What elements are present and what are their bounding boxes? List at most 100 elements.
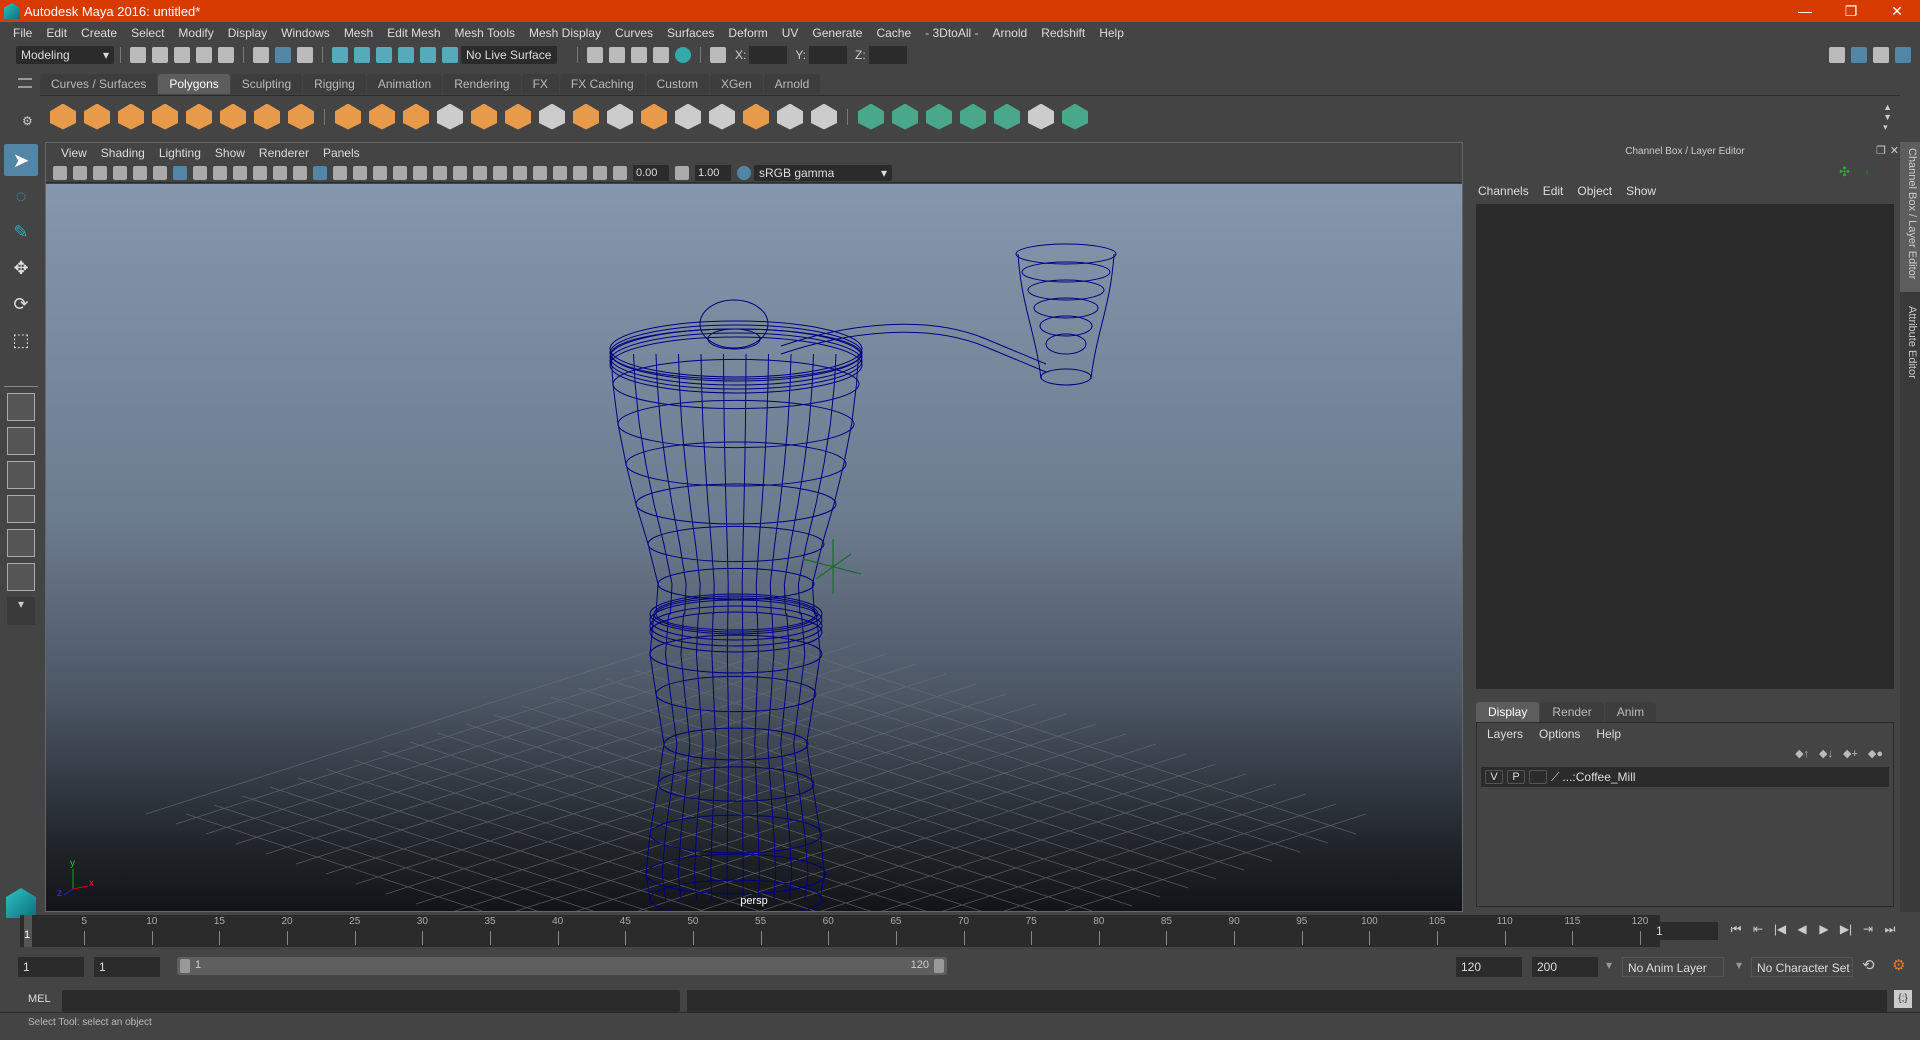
poly-pyramid-icon[interactable] bbox=[254, 103, 280, 130]
bridge-icon[interactable] bbox=[607, 103, 633, 130]
undo-icon[interactable] bbox=[196, 47, 212, 63]
menu-edit-mesh[interactable]: Edit Mesh bbox=[380, 26, 447, 40]
perspective-viewport[interactable]: View Shading Lighting Show Renderer Pane… bbox=[45, 142, 1463, 912]
x-input[interactable] bbox=[749, 46, 788, 64]
range-start-handle[interactable] bbox=[180, 959, 190, 973]
anim-end-input[interactable]: 200 bbox=[1532, 957, 1598, 977]
viewport-menu-renderer[interactable]: Renderer bbox=[252, 146, 316, 160]
grease-pencil-icon[interactable] bbox=[153, 165, 167, 180]
layer-name[interactable]: ...:Coffee_Mill bbox=[1562, 770, 1635, 784]
resolution-gate-icon[interactable] bbox=[213, 165, 227, 180]
speed-icon[interactable]: ⟋ bbox=[1881, 164, 1890, 180]
tab-display[interactable]: Display bbox=[1476, 702, 1540, 722]
viewport-menu-panels[interactable]: Panels bbox=[316, 146, 367, 160]
go-to-end-button[interactable]: ⏭ bbox=[1879, 922, 1901, 937]
use-all-lights-icon[interactable] bbox=[413, 165, 427, 180]
textured-icon[interactable] bbox=[393, 165, 407, 180]
poly-sphere-icon[interactable] bbox=[50, 103, 76, 130]
multi-cut-icon[interactable] bbox=[539, 103, 565, 130]
step-forward-frame-button[interactable]: ▶| bbox=[1835, 922, 1857, 937]
move-layer-up-icon[interactable]: ◆↑ bbox=[1795, 747, 1809, 760]
unfold-uv-icon[interactable] bbox=[994, 103, 1020, 130]
anti-aliasing-icon[interactable] bbox=[493, 165, 507, 180]
tab-fx-caching[interactable]: FX Caching bbox=[559, 74, 645, 94]
playback-end-input[interactable]: 120 bbox=[1456, 957, 1522, 977]
wireframe-on-shaded-icon[interactable] bbox=[373, 165, 387, 180]
poly-pipe-icon[interactable] bbox=[288, 103, 314, 130]
default-material-icon[interactable] bbox=[353, 165, 367, 180]
menu-3dtoall[interactable]: - 3DtoAll - bbox=[918, 26, 985, 40]
viewport-scene[interactable]: y x z persp bbox=[46, 184, 1462, 911]
camera-attributes-icon[interactable] bbox=[73, 165, 87, 180]
select-hierarchy-icon[interactable] bbox=[253, 47, 269, 63]
bookmark-icon[interactable] bbox=[93, 165, 107, 180]
transform-input-icon[interactable] bbox=[710, 47, 726, 63]
redo-icon[interactable] bbox=[218, 47, 234, 63]
restore-button[interactable]: ❐ bbox=[1828, 0, 1874, 22]
layer-menu-help[interactable]: Help bbox=[1596, 727, 1621, 741]
render-view-icon[interactable] bbox=[587, 47, 603, 63]
smooth-shade-icon[interactable] bbox=[333, 165, 347, 180]
side-tab-channel-box[interactable]: Channel Box / Layer Editor bbox=[1900, 142, 1920, 292]
menu-mesh[interactable]: Mesh bbox=[337, 26, 380, 40]
persp-graph-layout-icon[interactable] bbox=[7, 495, 35, 523]
exposure-input[interactable]: 0.00 bbox=[633, 164, 669, 181]
poly-torus-icon[interactable] bbox=[220, 103, 246, 130]
tab-curves-surfaces[interactable]: Curves / Surfaces bbox=[40, 74, 158, 94]
edge-loop-icon[interactable] bbox=[675, 103, 701, 130]
make-live-icon[interactable] bbox=[442, 47, 458, 63]
auto-key-icon[interactable]: ⟲ bbox=[1862, 956, 1875, 974]
render-current-frame-icon[interactable] bbox=[609, 47, 625, 63]
combine-icon[interactable] bbox=[335, 103, 361, 130]
step-back-frame-button[interactable]: |◀ bbox=[1769, 922, 1791, 937]
smooth-icon[interactable] bbox=[437, 103, 463, 130]
tab-polygons[interactable]: Polygons bbox=[158, 74, 230, 94]
character-set-dropdown[interactable]: No Character Set bbox=[1751, 957, 1853, 977]
isolate-select-icon[interactable] bbox=[533, 165, 547, 180]
z-input[interactable] bbox=[868, 46, 907, 64]
menu-mesh-tools[interactable]: Mesh Tools bbox=[448, 26, 522, 40]
new-layer-selected-icon[interactable]: ◆● bbox=[1868, 747, 1883, 760]
anim-start-input[interactable]: 1 bbox=[18, 957, 84, 977]
shadows-icon[interactable] bbox=[433, 165, 447, 180]
select-tool-button[interactable]: ➤ bbox=[4, 144, 38, 176]
menu-arnold[interactable]: Arnold bbox=[986, 26, 1035, 40]
motion-blur-icon[interactable] bbox=[473, 165, 487, 180]
snap-projected-center-icon[interactable] bbox=[398, 47, 414, 63]
viewport-menu-shading[interactable]: Shading bbox=[94, 146, 152, 160]
move-tool-button[interactable]: ✥ bbox=[4, 252, 38, 284]
lasso-tool-button[interactable]: ◌ bbox=[4, 180, 38, 212]
grid-toggle-icon[interactable] bbox=[173, 165, 187, 180]
layer-playback-toggle[interactable]: P bbox=[1507, 770, 1525, 784]
remesh-icon[interactable] bbox=[505, 103, 531, 130]
tab-anim[interactable]: Anim bbox=[1604, 702, 1657, 722]
tab-fx[interactable]: FX bbox=[521, 74, 559, 94]
go-to-start-button[interactable]: ⏮ bbox=[1725, 922, 1747, 937]
quad-draw-icon[interactable] bbox=[743, 103, 769, 130]
snap-point-icon[interactable] bbox=[376, 47, 392, 63]
extract-icon[interactable] bbox=[471, 103, 497, 130]
safe-action-icon[interactable] bbox=[273, 165, 287, 180]
menu-cache[interactable]: Cache bbox=[869, 26, 918, 40]
side-tab-attribute-editor[interactable]: Attribute Editor bbox=[1900, 300, 1920, 400]
more-layouts-icon[interactable]: ▾ bbox=[7, 597, 35, 625]
paint-select-tool-button[interactable]: ✎ bbox=[4, 216, 38, 248]
menu-set-dropdown[interactable]: Modeling ▾ bbox=[16, 46, 114, 64]
layer-display-type-toggle[interactable] bbox=[1529, 770, 1547, 784]
image-plane-icon[interactable] bbox=[113, 165, 127, 180]
cb-menu-object[interactable]: Object bbox=[1577, 184, 1612, 198]
viewport-menu-view[interactable]: View bbox=[54, 146, 94, 160]
poly-cylinder-icon[interactable] bbox=[118, 103, 144, 130]
script-language-label[interactable]: MEL bbox=[28, 993, 51, 1005]
shelf-menu-icon[interactable] bbox=[18, 78, 32, 88]
menu-mesh-display[interactable]: Mesh Display bbox=[522, 26, 608, 40]
new-empty-layer-icon[interactable]: ◆+ bbox=[1843, 747, 1858, 760]
menu-display[interactable]: Display bbox=[221, 26, 274, 40]
tab-rendering[interactable]: Rendering bbox=[443, 74, 521, 94]
menu-windows[interactable]: Windows bbox=[274, 26, 337, 40]
scale-tool-button[interactable]: ⬚ bbox=[4, 324, 38, 356]
menu-file[interactable]: File bbox=[6, 26, 39, 40]
tab-animation[interactable]: Animation bbox=[366, 74, 443, 94]
select-component-icon[interactable] bbox=[297, 47, 313, 63]
script-editor-icon[interactable]: {;} bbox=[1894, 990, 1912, 1008]
